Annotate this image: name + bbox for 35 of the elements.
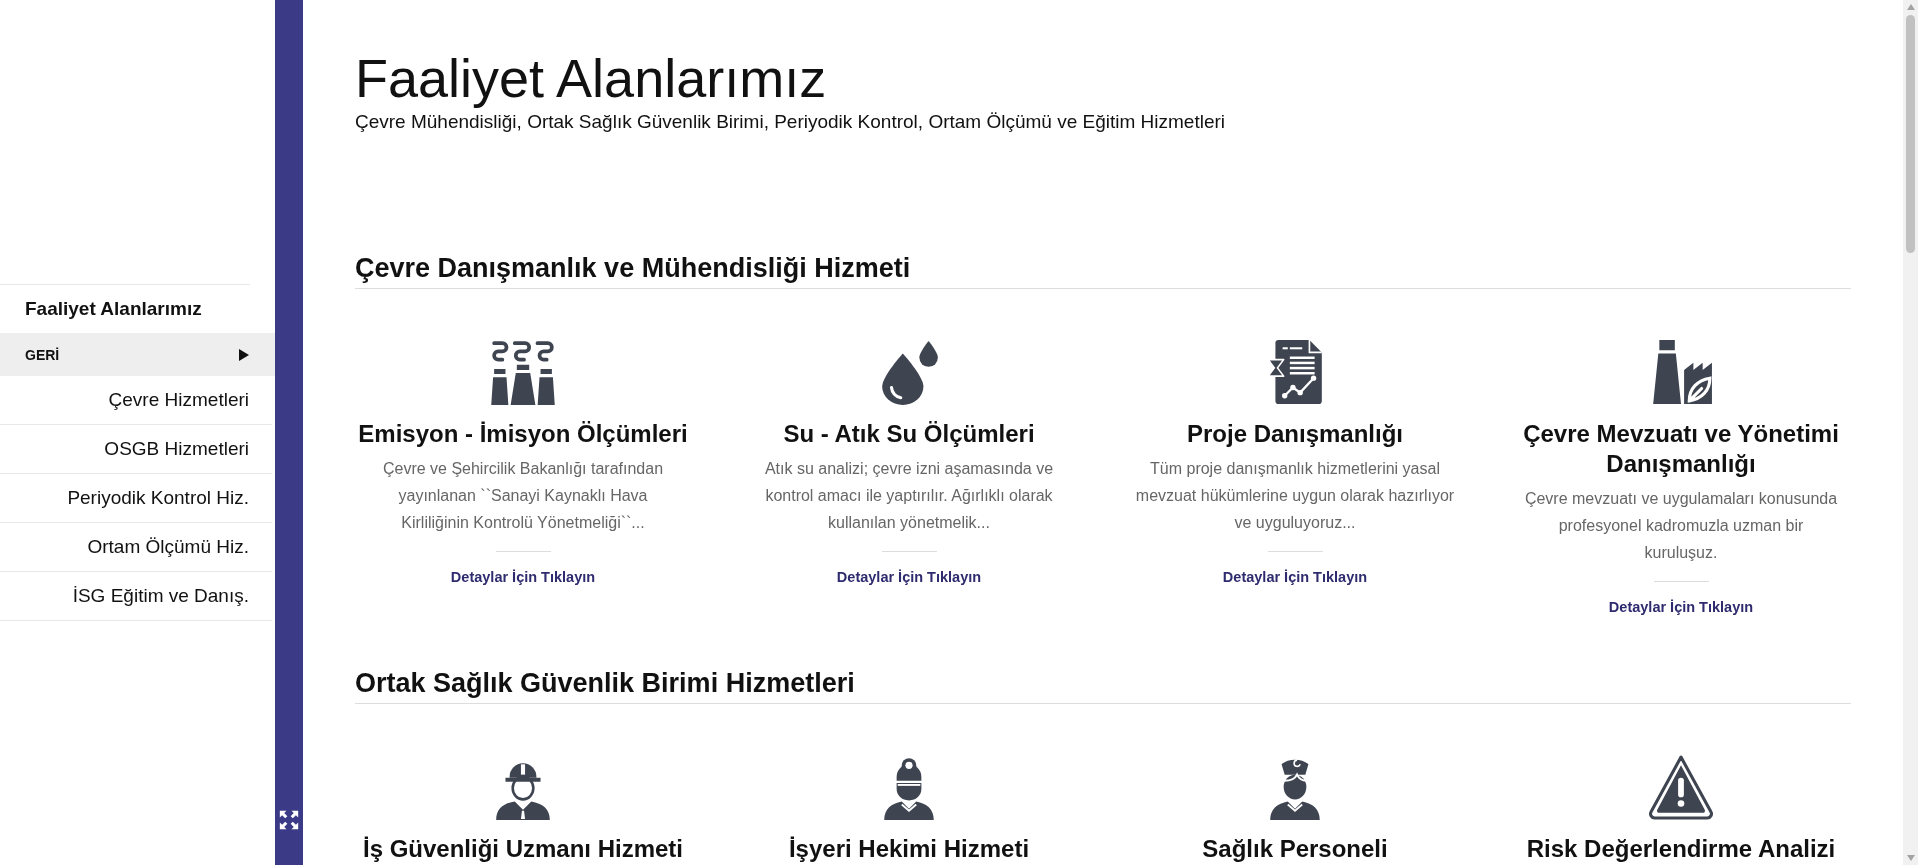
expand-icon[interactable] [279, 810, 299, 830]
card-title: Risk Değerlendirme Analizi [1526, 834, 1836, 864]
caret-up-icon[interactable] [1906, 4, 1915, 10]
page-subtitle: Çevre Mühendisliği, Ortak Sağlık Güvenlik Birimi, Periyodik Kontrol, Ortam Ölçümü ve Eğitim Hizmetleri [355, 110, 1226, 134]
sidebar-title: Faaliyet Alanlarımız [25, 298, 202, 320]
card-title: Sağlık Personeli [1202, 834, 1388, 864]
sidebar-link[interactable]: Periyodik Kontrol Hiz. [0, 474, 272, 523]
sidebar-link[interactable]: İSG Eğitim ve Danış. [0, 572, 272, 621]
warning-icon [1648, 754, 1714, 820]
caret-right-icon [239, 348, 249, 361]
details-link[interactable]: Detaylar İçin Tıklayın [1608, 597, 1754, 617]
card-title: Emisyon - İmisyon Ölçümleri [358, 419, 688, 449]
sidebar-link[interactable]: Ortam Ölçümü Hiz. [0, 523, 272, 572]
details-link[interactable]: Detaylar İçin Tıklayın [1222, 567, 1368, 587]
card-title: Proje Danışmanlığı [1186, 419, 1404, 449]
card-description: Tüm proje danışmanlık hizmetlerini yasal mevzuat hükümlerine uygun olarak hazırlıyor ve uyguluyoruz... [1135, 459, 1455, 533]
card-title: Çevre Mevzuatı ve Yönetimi Danışmanlığı [1522, 419, 1840, 479]
scrollbar-track[interactable] [1903, 0, 1918, 865]
card-title: İşyeri Hekimi Hizmeti [788, 834, 1030, 864]
smokestack-icon [490, 339, 556, 405]
card-title: İş Güvenliği Uzmanı Hizmeti [362, 834, 684, 864]
section-heading: Ortak Sağlık Güvenlik Birimi Hizmetleri [355, 667, 855, 699]
sidebar-link[interactable]: Çevre Hizmetleri [0, 376, 272, 425]
card-description: Atık su analizi; çevre izni aşamasında ve kontrol amacı ile yaptırılır. Ağırlıklı olarak kullanılan yönetmelik... [763, 459, 1055, 533]
sidebar-link[interactable]: OSGB Hizmetleri [0, 425, 272, 474]
section-heading: Çevre Danışmanlık ve Mühendisliği Hizmeti [355, 252, 911, 284]
details-link[interactable]: Detaylar İçin Tıklayın [836, 567, 982, 587]
card-description: Çevre ve Şehircilik Bakanlığı tarafından yayınlanan ``Sanayi Kaynaklı Hava Kirliliğinin Kontrolü Yönetmeliği``... [381, 459, 665, 533]
card-description: Çevre mevzuatı ve uygulamaları konusunda profesyonel kadromuzla uzman bir kuruluşuz. [1523, 489, 1839, 563]
caret-down-icon[interactable] [1906, 855, 1915, 861]
scrollbar-thumb[interactable] [1906, 15, 1915, 253]
back-button[interactable]: GERİ [0, 333, 275, 376]
card-title: Su - Atık Su Ölçümleri [783, 419, 1035, 449]
page-title: Faaliyet Alanlarımız [355, 49, 827, 108]
details-link[interactable]: Detaylar İçin Tıklayın [450, 567, 596, 587]
